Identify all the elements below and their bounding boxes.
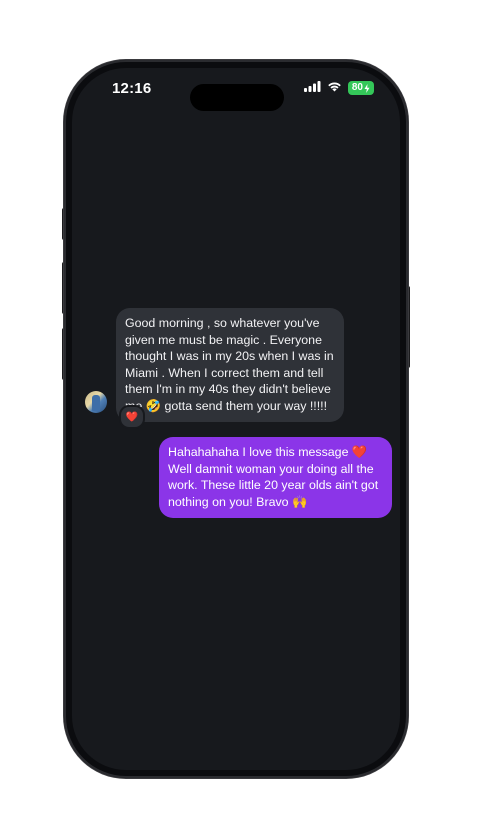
- battery-percentage: 80: [351, 82, 363, 93]
- avatar-figure: [92, 395, 100, 411]
- signal-icon: [303, 79, 321, 97]
- incoming-message-bubble[interactable]: Good morning , so whatever you've given …: [116, 308, 344, 422]
- battery-icon: 80: [347, 81, 374, 95]
- heart-reaction-icon[interactable]: ❤️: [119, 405, 145, 429]
- status-bar: 12:16 80: [72, 68, 400, 111]
- avatar[interactable]: [85, 391, 107, 413]
- outgoing-message-bubble[interactable]: Hahahahaha I love this message ❤️ Well d…: [159, 437, 392, 518]
- status-time: 12:16: [112, 80, 152, 97]
- phone-screen: 12:16 80 Good morning , so whatever you'…: [72, 68, 400, 770]
- dynamic-island: [190, 84, 284, 111]
- wifi-icon: [327, 79, 342, 97]
- status-icons: 80: [303, 79, 374, 97]
- phone-mockup: 12:16 80 Good morning , so whatever you'…: [0, 0, 480, 833]
